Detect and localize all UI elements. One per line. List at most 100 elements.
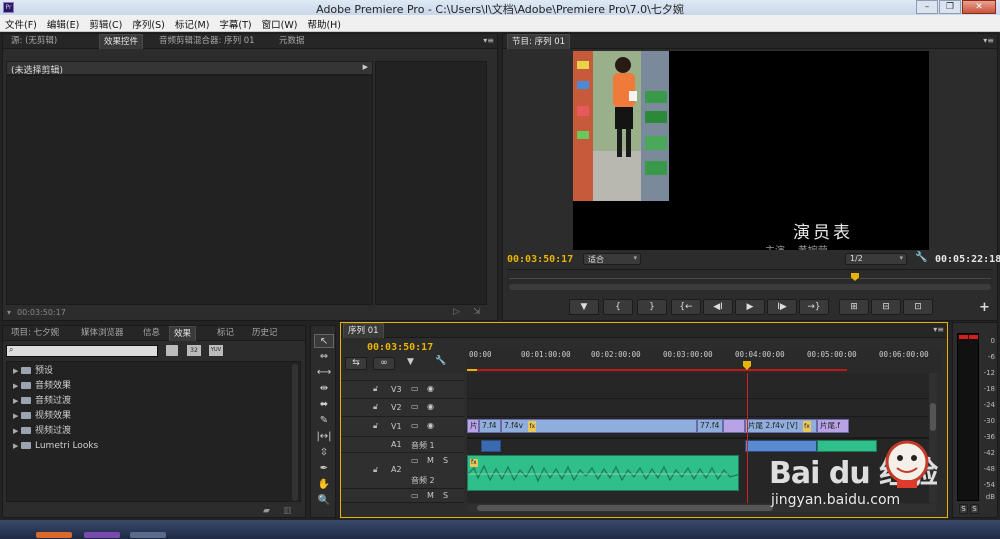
slide-tool-icon[interactable]: ⇳ <box>314 446 334 460</box>
tree-item-video-effects[interactable]: ▶ 视频效果 <box>13 409 71 423</box>
taskbar-item[interactable] <box>130 532 166 538</box>
time-ruler[interactable]: 00:00 00:01:00:00 00:02:00:00 00:03:00:0… <box>467 349 941 373</box>
tree-item-video-transitions[interactable]: ▶ 视频过渡 <box>13 424 71 438</box>
tree-scrollbar[interactable] <box>292 364 298 501</box>
menu-marker[interactable]: 标记(M) <box>170 15 215 31</box>
lift-button[interactable]: ⊞ <box>839 299 869 315</box>
horizontal-scroll-thumb[interactable] <box>477 505 773 511</box>
pen-tool-icon[interactable]: ✒ <box>314 462 334 476</box>
mark-in-button[interactable]: { <box>603 299 633 315</box>
menu-clip[interactable]: 剪辑(C) <box>84 15 127 31</box>
eye-icon[interactable]: ◉ <box>427 384 434 393</box>
effects-search-input[interactable]: ⌕ <box>6 345 158 357</box>
tree-item-audio-effects[interactable]: ▶ 音频效果 <box>13 379 71 393</box>
tab-project[interactable]: 项目: 七夕婉 <box>7 326 63 341</box>
eye-icon[interactable]: ◉ <box>427 421 434 430</box>
tab-media-browser[interactable]: 媒体浏览器 <box>77 326 128 341</box>
ripple-edit-tool-icon[interactable]: ⟷ <box>314 366 334 380</box>
tab-markers[interactable]: 标记 <box>213 326 238 341</box>
wrench-icon[interactable]: 🔧 <box>915 252 927 263</box>
tab-history[interactable]: 历史记 <box>248 326 282 341</box>
clip-v1-5[interactable]: 片尾 2.f4v [V] fx <box>745 419 817 433</box>
minimize-button[interactable]: – <box>916 0 938 14</box>
track-name-v1[interactable]: V1 <box>391 422 402 431</box>
program-panel-menu-icon[interactable]: ▾≡ <box>983 36 994 45</box>
tab-sequence[interactable]: 序列 01 <box>343 323 384 338</box>
accelerated-effects-icon[interactable] <box>166 345 178 356</box>
tree-item-presets[interactable]: ▶ 预设 <box>13 364 53 378</box>
step-back-button[interactable]: ◀I <box>703 299 733 315</box>
clip-v1-3[interactable]: 7.f4v fx <box>501 419 697 433</box>
selection-tool-icon[interactable]: ↖ <box>314 334 334 348</box>
add-button[interactable]: + <box>979 300 990 315</box>
timeline-timecode[interactable]: 00:03:50:17 <box>367 342 433 353</box>
go-to-out-button[interactable]: →} <box>799 299 829 315</box>
toggle-output-icon[interactable]: ▭ <box>411 491 419 500</box>
zoom-tool-icon[interactable]: 🔍 <box>314 494 334 508</box>
tab-program[interactable]: 节目: 序列 01 <box>507 34 571 49</box>
snap-icon[interactable]: ⇆ <box>345 357 367 370</box>
taskbar-item[interactable] <box>36 532 72 538</box>
play-audio-icon[interactable]: ▷ <box>453 307 460 317</box>
menu-file[interactable]: 文件(F) <box>0 15 42 31</box>
lock-icon[interactable]: 🔓︎ <box>373 421 378 431</box>
razor-tool-icon[interactable]: ✎ <box>314 414 334 428</box>
go-to-in-button[interactable]: {← <box>671 299 701 315</box>
tab-metadata[interactable]: 元数据 <box>275 34 309 49</box>
add-marker-button[interactable]: ▼ <box>569 299 599 315</box>
play-arrow-icon[interactable]: ▶ <box>363 63 368 71</box>
menu-help[interactable]: 帮助(H) <box>302 15 346 31</box>
playhead-marker[interactable] <box>851 273 859 281</box>
add-marker-icon[interactable]: ▼ <box>407 357 414 367</box>
tab-source[interactable]: 源: (无剪辑) <box>7 34 61 49</box>
menu-sequence[interactable]: 序列(S) <box>127 15 169 31</box>
taskbar-item[interactable] <box>84 532 120 538</box>
resolution-dropdown[interactable]: 1/2 ▾ <box>845 253 907 265</box>
export-frame-button[interactable]: ⊡ <box>903 299 933 315</box>
lock-icon[interactable]: 🔓︎ <box>373 402 378 412</box>
clip-a1-1[interactable] <box>481 440 501 452</box>
fit-dropdown[interactable]: 适合 ▾ <box>583 253 641 265</box>
zoom-scrollbar[interactable] <box>509 284 991 290</box>
track-select-tool-icon[interactable]: ⇔ <box>314 350 334 364</box>
filter-icon[interactable]: ▾ <box>7 308 11 317</box>
tab-info[interactable]: 信息 <box>139 326 164 341</box>
export-icon[interactable]: ⇲ <box>473 307 481 317</box>
linked-selection-icon[interactable]: ∞ <box>373 357 395 370</box>
program-timecode[interactable]: 00:03:50:17 <box>507 254 573 265</box>
solo-button[interactable]: S <box>443 456 448 465</box>
tab-effects[interactable]: 效果 <box>169 326 197 341</box>
clip-v1-1[interactable]: 片 <box>467 419 479 433</box>
timeline-settings-icon[interactable]: 🔧 <box>435 356 446 366</box>
restore-button[interactable]: ❐ <box>939 0 961 14</box>
play-button[interactable]: ▶ <box>735 299 765 315</box>
mark-out-button[interactable]: } <box>637 299 667 315</box>
program-scrubber[interactable] <box>507 269 993 291</box>
32bit-effects-icon[interactable]: 32 <box>187 345 201 356</box>
eye-icon[interactable]: ◉ <box>427 402 434 411</box>
scroll-thumb[interactable] <box>930 403 936 431</box>
clip-v1-4[interactable]: 77.f4 <box>697 419 723 433</box>
delete-icon[interactable]: ▥ <box>283 506 292 516</box>
hand-tool-icon[interactable]: ✋ <box>314 478 334 492</box>
track-name-a1[interactable]: A1 <box>391 440 402 449</box>
toggle-output-icon[interactable]: ▭ <box>411 402 419 411</box>
transition-clip[interactable] <box>723 419 745 433</box>
close-button[interactable]: ✕ <box>962 0 996 14</box>
toggle-output-icon[interactable]: ▭ <box>411 456 419 465</box>
solo-right-button[interactable]: S <box>970 504 979 514</box>
work-area-bar[interactable] <box>467 369 847 371</box>
yuv-effects-icon[interactable]: YUV <box>209 345 223 356</box>
extract-button[interactable]: ⊟ <box>871 299 901 315</box>
track-name-v3[interactable]: V3 <box>391 385 402 394</box>
panel-menu-icon[interactable]: ▾≡ <box>483 36 494 45</box>
toggle-output-icon[interactable]: ▭ <box>411 421 419 430</box>
clip-a2-waveform[interactable]: fx <box>467 455 739 491</box>
lock-icon[interactable]: 🔓︎ <box>373 465 378 475</box>
solo-left-button[interactable]: S <box>959 504 968 514</box>
clip-v1-2[interactable]: 7.f4 <box>479 419 501 433</box>
timeline-panel-menu-icon[interactable]: ▾≡ <box>933 325 944 334</box>
tree-item-lumetri-looks[interactable]: ▶ Lumetri Looks <box>13 439 98 453</box>
lock-icon[interactable]: 🔓︎ <box>373 384 378 394</box>
tab-effect-controls[interactable]: 效果控件 <box>99 34 144 49</box>
